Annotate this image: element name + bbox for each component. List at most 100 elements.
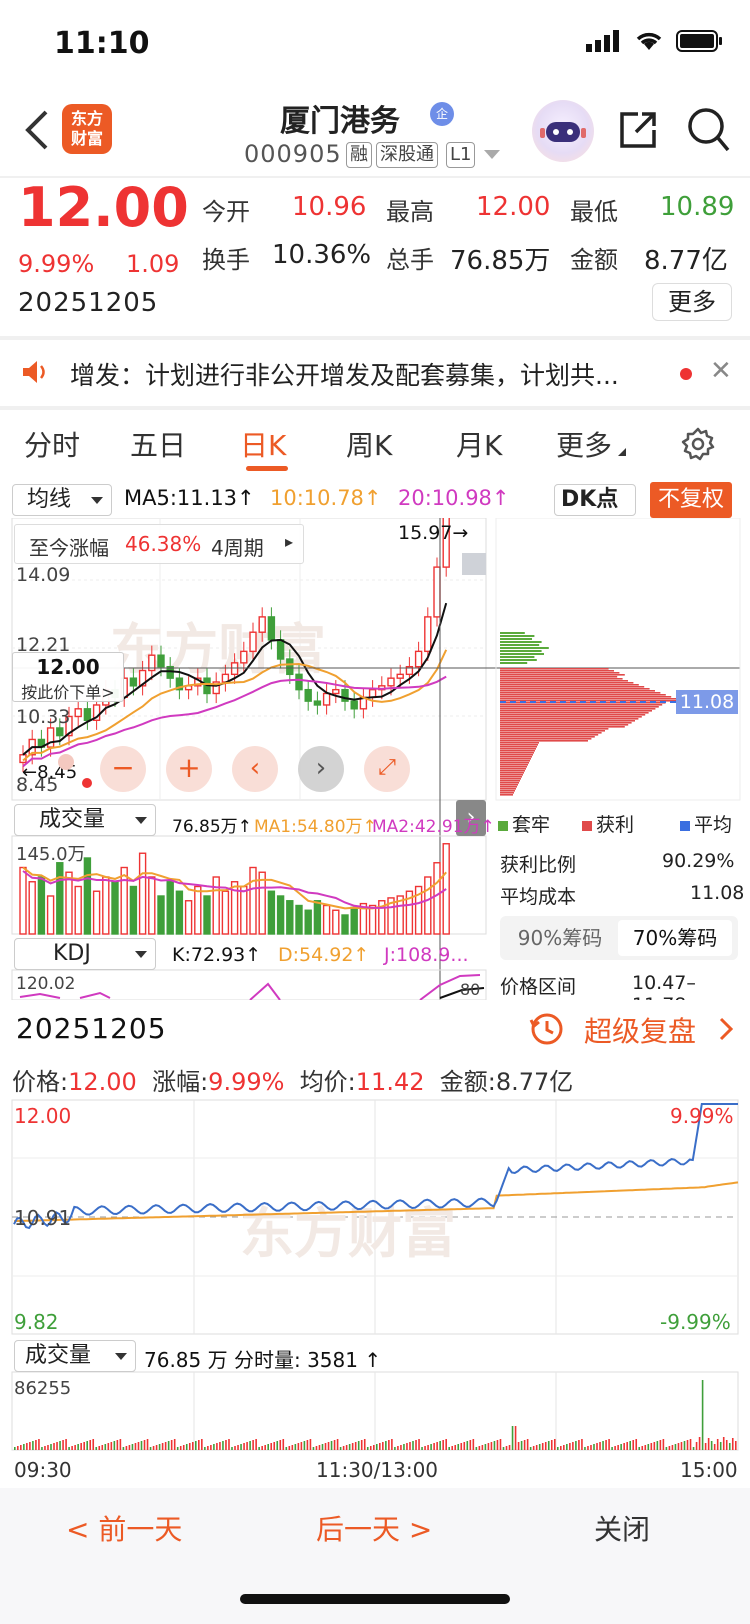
chip-bar-profit [500, 786, 517, 788]
chip-bar-profit [500, 680, 628, 682]
intraday-volume-bar [185, 1444, 188, 1450]
intraday-volume-bar [128, 1445, 131, 1450]
chevron-right-icon[interactable] [716, 1016, 736, 1042]
chip-bar-profit [500, 698, 677, 700]
back-icon[interactable] [22, 108, 52, 152]
super-review-link[interactable]: 超级复盘 [584, 1010, 696, 1050]
intraday-volume-info: 76.85 万 分时量: 3581 ↑ [144, 1348, 382, 1372]
intraday-volume-bar [665, 1447, 668, 1450]
close-button[interactable]: 关闭 [594, 1508, 650, 1548]
intraday-y-mid: 10.91 [14, 1206, 72, 1230]
chevron-right-icon[interactable]: › [298, 746, 344, 792]
y-tick-14-09: 14.09 [16, 564, 71, 586]
dk-point-selector[interactable]: DK点 [554, 484, 636, 516]
app-screen: { "status_bar": { "time": "11:10" }, "he… [0, 0, 750, 1624]
tab-more[interactable]: 更多 [556, 424, 612, 464]
volume-bar [350, 906, 358, 935]
intraday-volume-bar [496, 1440, 499, 1450]
no-adjust-button[interactable]: 不复权 [650, 482, 732, 518]
chip-bar-profit [500, 690, 655, 692]
search-icon[interactable] [686, 106, 730, 152]
intraday-volume-bar [403, 1444, 405, 1450]
chip-bar-profit [500, 756, 532, 758]
volume-ma1: MA1:54.80万↑ [254, 817, 377, 837]
history-icon[interactable] [528, 1010, 566, 1048]
chevron-left-icon[interactable]: ‹ [232, 746, 278, 792]
intraday-volume-bar [273, 1442, 276, 1450]
intraday-volume-bar [475, 1447, 478, 1450]
tag-level1: L1 [446, 142, 476, 168]
intraday-volume-bar [68, 1447, 70, 1450]
kdj-selector[interactable]: KDJ [14, 938, 156, 970]
intraday-volume-bar [327, 1442, 330, 1450]
expand-icon[interactable]: ⤢ [364, 746, 410, 792]
volume-ma2: MA2:42.91万↑ [372, 817, 495, 837]
intraday-volume-bar [683, 1441, 686, 1450]
chip-bar-profit [500, 790, 515, 792]
intraday-volume-bar [288, 1446, 291, 1450]
avg-cost-row-label: 平均成本 [500, 886, 577, 908]
intraday-volume-bar [590, 1445, 592, 1450]
turnover-value: 10.36% [272, 240, 372, 270]
chip-90-button[interactable]: 90%筹码 [506, 920, 614, 956]
intraday-volume-bar [626, 1442, 628, 1450]
chip-bar-profit [500, 732, 602, 734]
intraday-volume-bar [385, 1441, 387, 1450]
intraday-volume-bar [315, 1446, 318, 1450]
intraday-volume-bar [695, 1442, 698, 1450]
intraday-volume-bar [38, 1439, 40, 1450]
settings-gear-icon[interactable] [680, 426, 716, 462]
tab-five-day[interactable]: 五日 [130, 424, 186, 464]
intraday-volume-bar [92, 1439, 95, 1450]
intraday-volume-bar [330, 1441, 333, 1450]
chip-bar-trap [500, 638, 532, 640]
intraday-volume-bar [297, 1443, 300, 1450]
chip-bar-profit [500, 752, 534, 754]
intraday-volume-bar [689, 1439, 692, 1450]
volume-selector[interactable]: 成交量 [14, 804, 156, 836]
next-day-button[interactable]: 后一天 > [316, 1508, 432, 1548]
chip-70-button[interactable]: 70%筹码 [618, 920, 732, 956]
legend-trap: 套牢 [498, 810, 550, 837]
tab-weekly-k[interactable]: 周K [346, 424, 392, 464]
order-hint: 按此价下单> [21, 683, 115, 702]
more-button[interactable]: 更多 [652, 283, 732, 321]
zoom-out-button[interactable]: − [100, 746, 146, 792]
intraday-volume-selector[interactable]: 成交量 [14, 1340, 136, 1372]
ma-selector[interactable]: 均线 [12, 484, 112, 516]
zoom-in-button[interactable]: + [166, 746, 212, 792]
share-icon[interactable] [616, 108, 660, 152]
kdj-k: K:72.93↑ [172, 944, 262, 966]
tab-monthly-k[interactable]: 月K [456, 424, 502, 464]
crosshair-price-box[interactable]: 12.00 按此价下单> [12, 652, 124, 702]
intraday-volume-bar [376, 1444, 378, 1450]
volume-bar [341, 914, 349, 935]
intraday-volume-bar [529, 1447, 532, 1450]
close-icon[interactable]: ✕ [710, 356, 732, 386]
intraday-chart[interactable]: 东方财富 [0, 1098, 750, 1488]
volume-bar [240, 885, 248, 935]
intraday-volume-bar [222, 1441, 224, 1450]
tab-daily-k[interactable]: 日K [240, 424, 286, 464]
open-value: 10.96 [292, 192, 367, 222]
high-label: 最高 [386, 198, 434, 226]
assistant-avatar[interactable] [532, 100, 594, 162]
intraday-volume-bar [137, 1442, 140, 1450]
intraday-volume-bar [240, 1444, 242, 1450]
tab-intraday[interactable]: 分时 [24, 424, 80, 464]
ma20-text: 20:10.98↑ [398, 486, 510, 510]
intraday-volume-bar [686, 1440, 689, 1450]
candle [433, 566, 441, 618]
intraday-volume-bar [487, 1443, 490, 1450]
intraday-volume-bar [445, 1439, 447, 1450]
prev-day-button[interactable]: < 前一天 [66, 1508, 182, 1548]
chevron-down-icon[interactable] [484, 150, 500, 159]
chip-bar-profit [500, 674, 625, 676]
intraday-volume-bar [463, 1442, 466, 1450]
gain-since-box[interactable]: 至今涨幅 46.38% 4周期 ▸ [14, 524, 304, 564]
intraday-volume-bar [442, 1440, 444, 1450]
notice-text[interactable]: 增发：计划进行非公开增发及配套募集，计划共... [70, 356, 619, 392]
intraday-volume-bar [261, 1446, 263, 1450]
volume-bar [184, 900, 193, 935]
intraday-date: 20251205 [16, 1012, 167, 1045]
